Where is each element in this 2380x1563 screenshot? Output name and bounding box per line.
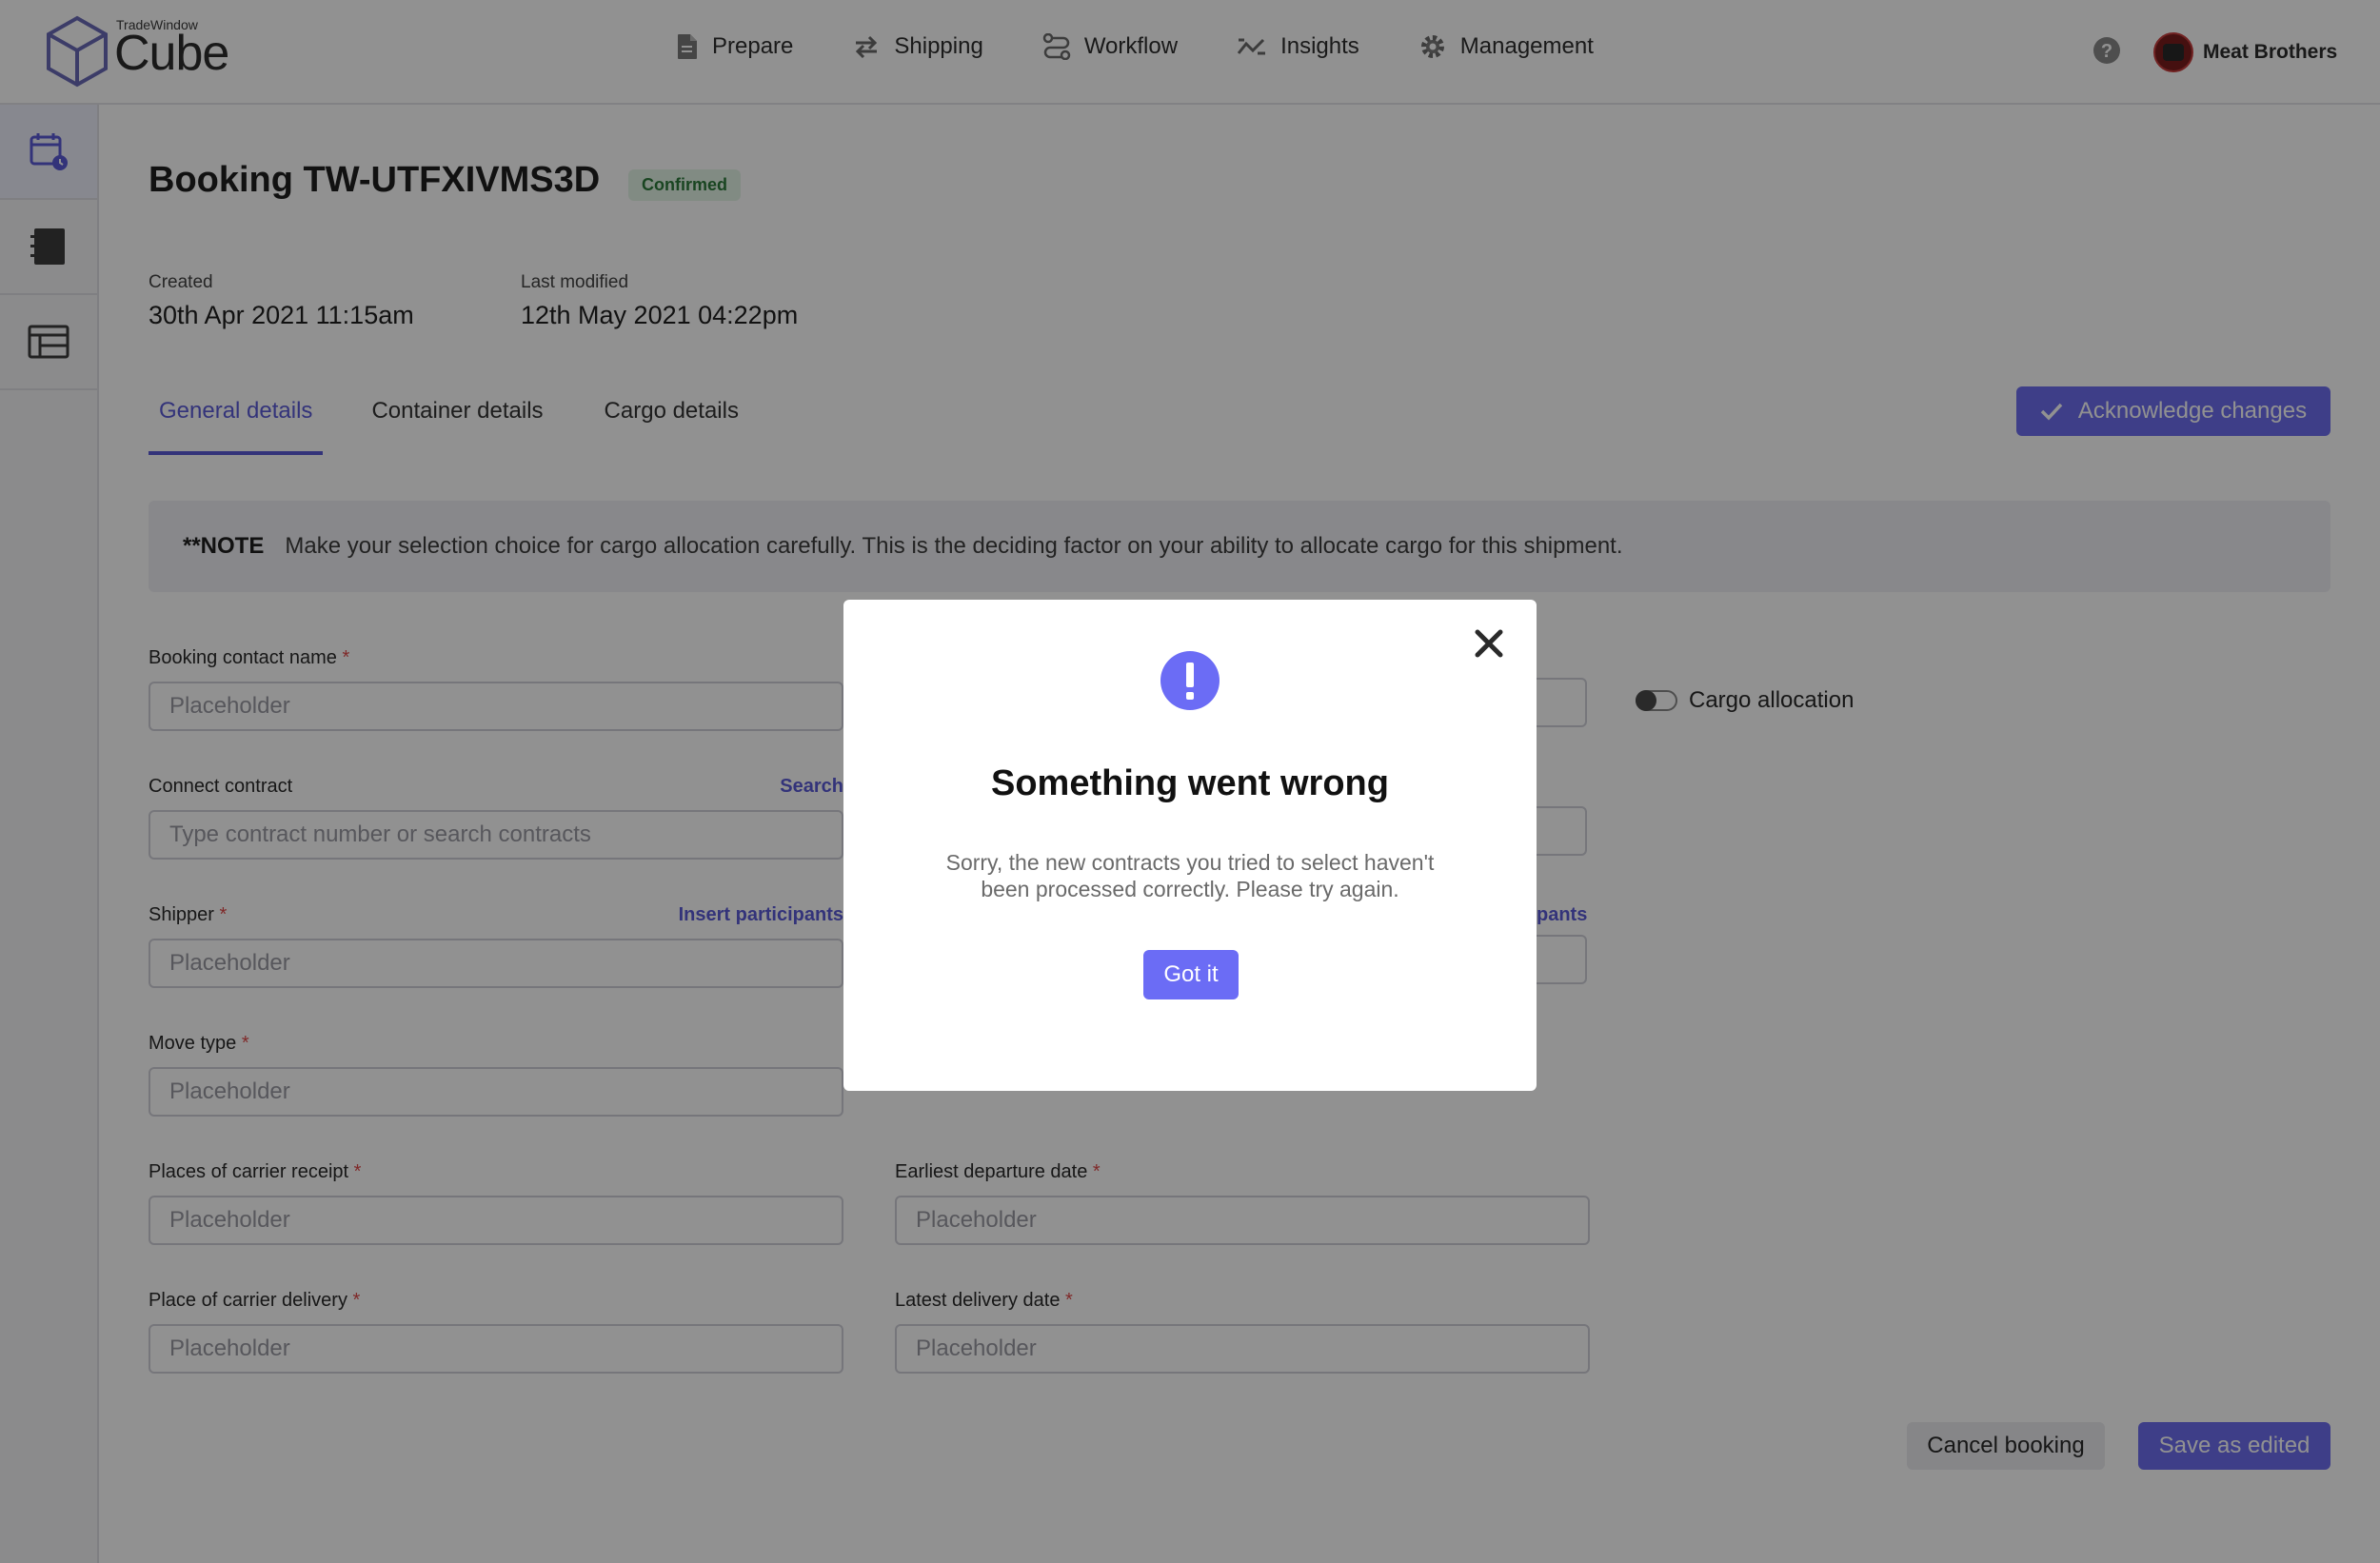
- got-it-button[interactable]: Got it: [1143, 950, 1239, 999]
- modal-message: Sorry, the new contracts you tried to se…: [945, 850, 1435, 901]
- modal-title: Something went wrong: [991, 763, 1389, 803]
- close-icon[interactable]: [1474, 628, 1504, 659]
- error-modal: Something went wrong Sorry, the new cont…: [843, 600, 1537, 1091]
- exclamation-icon: [1160, 651, 1220, 710]
